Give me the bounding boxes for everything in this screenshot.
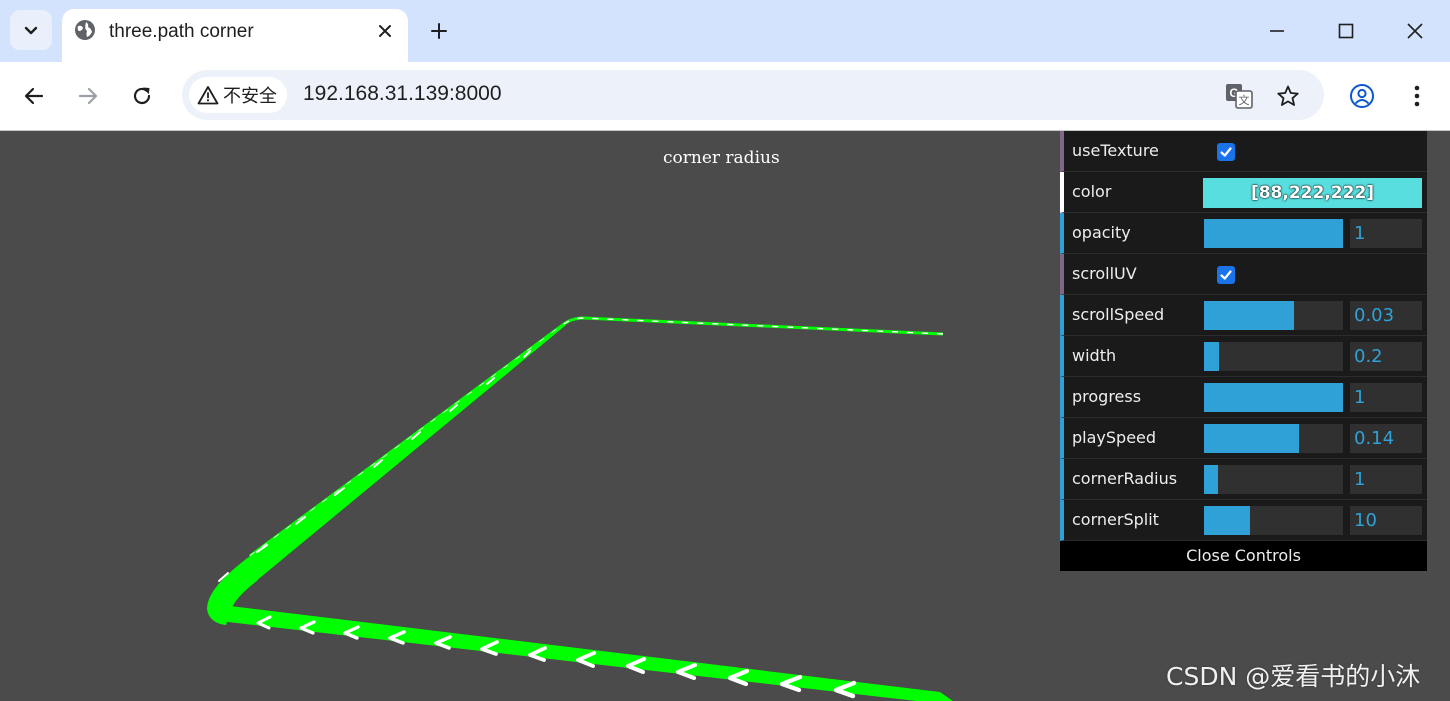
cornerradius-slider[interactable] [1204,465,1343,494]
color-input[interactable]: [88,222,222] [1203,178,1422,208]
cornersplit-slider[interactable] [1204,506,1343,535]
path-ribbon-near [210,324,953,701]
control-cornerSplit[interactable]: cornerSplit 10 [1060,500,1427,541]
playspeed-slider[interactable] [1204,424,1343,453]
reload-icon [133,87,151,105]
close-icon [1407,23,1423,39]
address-bar[interactable]: 不安全 192.168.31.139:8000 G 文 [182,70,1324,120]
svg-text:文: 文 [1239,93,1250,107]
control-scrollSpeed[interactable]: scrollSpeed 0.03 [1060,295,1427,336]
control-label: cornerSplit [1072,510,1159,529]
control-progress[interactable]: progress 1 [1060,377,1427,418]
page-viewport[interactable]: corner radius useTexture color [88,222,2… [0,131,1450,701]
control-label: useTexture [1072,141,1159,160]
reload-button[interactable] [125,79,159,113]
tab-strip: three.path corner [0,0,1450,62]
warning-icon [197,86,219,105]
cornerradius-number-input[interactable]: 1 [1350,465,1422,494]
security-chip[interactable]: 不安全 [189,77,287,113]
watermark: CSDN @爱看书的小沐 [1166,662,1421,691]
account-icon [1350,84,1374,108]
tab-title: three.path corner [109,21,254,42]
url-text[interactable]: 192.168.31.139:8000 [303,82,502,106]
progress-number-input[interactable]: 1 [1350,383,1422,412]
arrow-left-icon [24,87,44,105]
forward-button[interactable] [71,79,105,113]
arrow-right-icon [78,87,98,105]
maximize-button[interactable] [1328,14,1364,48]
slider-fill [1204,342,1220,371]
path-arrows-far [249,317,944,557]
progress-slider[interactable] [1204,383,1343,412]
slider-fill [1204,219,1343,248]
control-label: width [1072,346,1117,365]
slider-fill [1204,506,1250,535]
control-opacity[interactable]: opacity 1 [1060,213,1427,254]
control-label: progress [1072,387,1142,406]
control-useTexture[interactable]: useTexture [1060,131,1427,172]
slider-fill [1204,301,1295,330]
star-icon [1277,85,1299,106]
active-tab[interactable]: three.path corner [62,9,408,62]
control-label: scrollSpeed [1072,305,1165,324]
scrollspeed-number-input[interactable]: 0.03 [1350,301,1422,330]
opacity-number-input[interactable]: 1 [1350,219,1422,248]
translate-button[interactable]: G 文 [1224,81,1254,111]
bookmark-button[interactable] [1273,81,1303,111]
control-label: color [1072,182,1112,201]
check-icon [1220,270,1232,280]
control-scrollUV[interactable]: scrollUV [1060,254,1427,295]
width-slider[interactable] [1204,342,1343,371]
width-number-input[interactable]: 0.2 [1350,342,1422,371]
control-playSpeed[interactable]: playSpeed 0.14 [1060,418,1427,459]
tab-search-button[interactable] [10,10,52,50]
check-icon [1220,147,1232,157]
slider-fill [1204,465,1218,494]
close-window-button[interactable] [1397,14,1433,48]
control-color[interactable]: color [88,222,222] [1060,172,1427,213]
control-cornerRadius[interactable]: cornerRadius 1 [1060,459,1427,500]
usetexture-checkbox[interactable] [1217,143,1235,161]
globe-icon [75,20,95,40]
playspeed-number-input[interactable]: 0.14 [1350,424,1422,453]
slider-fill [1204,383,1343,412]
slider-fill [1204,424,1299,453]
minimize-button[interactable] [1259,14,1295,48]
control-label: opacity [1072,223,1131,242]
chevron-down-icon [24,26,38,35]
new-tab-button[interactable] [426,18,452,44]
minimize-icon [1270,30,1284,32]
browser-window: three.path corner 不安全 192.168.31.139:800… [0,0,1450,701]
cornersplit-number-input[interactable]: 10 [1350,506,1422,535]
scene-title: corner radius [663,148,780,168]
plus-icon [431,23,447,39]
control-label: scrollUV [1072,264,1137,283]
tab-close-button[interactable] [374,20,396,42]
maximize-icon [1338,23,1354,39]
path-line-far [249,316,944,558]
security-label: 不安全 [223,86,277,107]
control-label: playSpeed [1072,428,1157,447]
more-vert-icon [1414,85,1420,107]
browser-menu-button[interactable] [1400,79,1434,113]
close-controls-button[interactable]: Close Controls [1060,541,1427,571]
back-button[interactable] [17,79,51,113]
translate-icon: G 文 [1226,84,1253,109]
scrollspeed-slider[interactable] [1204,301,1343,330]
browser-toolbar: 不安全 192.168.31.139:8000 G 文 [0,62,1450,131]
control-width[interactable]: width 0.2 [1060,336,1427,377]
profile-button[interactable] [1345,79,1379,113]
close-icon [379,25,391,37]
scrolluv-checkbox[interactable] [1217,266,1235,284]
opacity-slider[interactable] [1204,219,1343,248]
control-label: cornerRadius [1072,469,1178,488]
controls-panel: useTexture color [88,222,222] opacity 1 [1060,131,1427,571]
